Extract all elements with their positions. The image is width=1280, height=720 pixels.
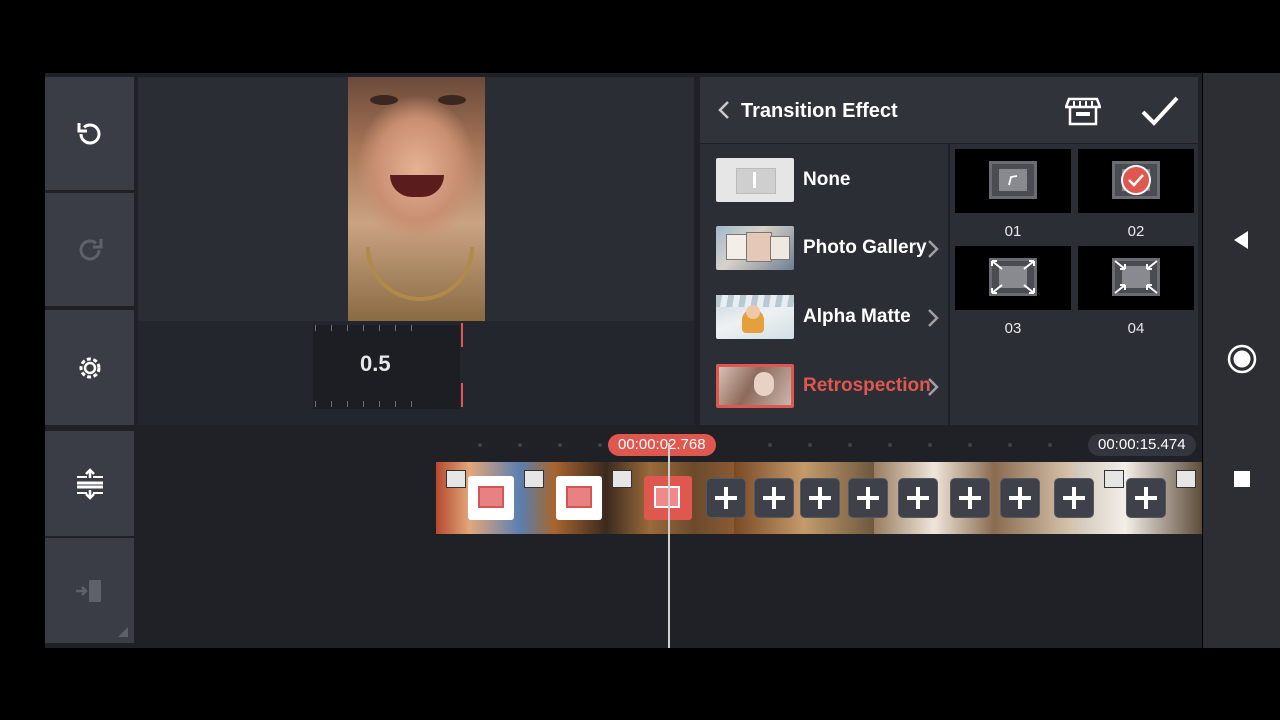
category-none-thumbnail xyxy=(716,158,794,202)
effect-tile-03[interactable]: 03 xyxy=(955,246,1071,337)
image-clip-icon xyxy=(1176,470,1196,488)
export-icon xyxy=(75,579,101,602)
add-transition-button[interactable] xyxy=(848,478,888,518)
category-photo-gallery-thumbnail xyxy=(716,226,794,270)
image-clip-icon xyxy=(1104,470,1124,488)
track-adjust-icon xyxy=(76,467,103,500)
resize-corner-icon xyxy=(118,627,128,637)
transition-effect-panel: Transition Effect None Photo Gallery Alp… xyxy=(700,77,1198,425)
undo-icon xyxy=(77,122,100,144)
effect-tile-04[interactable]: 04 xyxy=(1078,246,1194,337)
speed-value: 0.5 xyxy=(360,351,391,376)
video-preview[interactable] xyxy=(138,77,694,321)
current-time: 00:00:02.768 xyxy=(608,434,716,456)
add-transition-button[interactable] xyxy=(898,478,938,518)
playhead[interactable] xyxy=(668,443,670,648)
store-icon[interactable] xyxy=(1065,95,1101,127)
image-clip-icon xyxy=(524,470,544,488)
add-transition-button[interactable] xyxy=(754,478,794,518)
effect-preview xyxy=(989,161,1037,199)
panel-title: Transition Effect xyxy=(741,100,898,122)
home-circle-icon[interactable] xyxy=(1227,344,1257,374)
category-photo-gallery[interactable]: Photo Gallery xyxy=(716,226,948,272)
timeline[interactable]: 00:00:02.768 00:00:15.474 xyxy=(138,431,1202,648)
settings-button[interactable] xyxy=(45,310,134,425)
preview-frame xyxy=(348,77,485,321)
confirm-check-icon[interactable] xyxy=(1140,93,1180,129)
settings-gear-icon xyxy=(79,357,100,378)
redo-icon xyxy=(79,238,102,260)
image-clip-icon xyxy=(612,470,632,488)
category-retrospection-thumbnail xyxy=(716,364,794,408)
effect-tile-01[interactable]: 01 xyxy=(955,149,1071,240)
selected-check-icon xyxy=(1121,165,1151,195)
effect-label: 01 xyxy=(1004,223,1022,240)
dial-marker-top xyxy=(461,323,463,347)
category-label: Photo Gallery xyxy=(803,237,927,258)
effect-grid: 01 02 03 04 xyxy=(951,144,1198,425)
effect-label: 03 xyxy=(1004,320,1022,337)
effect-tile-02[interactable]: 02 xyxy=(1078,149,1194,240)
category-retrospection[interactable]: Retrospection xyxy=(716,364,948,410)
add-transition-button[interactable] xyxy=(1054,478,1094,518)
transition-marker[interactable] xyxy=(468,476,514,520)
effect-label: 02 xyxy=(1127,223,1145,240)
effect-preview xyxy=(1112,258,1160,296)
transition-category-list: None Photo Gallery Alpha Matte Retrospec… xyxy=(700,144,950,425)
recents-square-icon[interactable] xyxy=(1233,470,1251,488)
chevron-right-icon xyxy=(928,378,939,396)
category-alpha-matte-thumbnail xyxy=(716,295,794,339)
system-nav-bar xyxy=(1203,73,1280,648)
back-triangle-icon[interactable] xyxy=(1230,229,1252,251)
redo-button[interactable] xyxy=(45,193,134,306)
total-duration: 00:00:15.474 xyxy=(1088,434,1196,456)
add-transition-button[interactable] xyxy=(706,478,746,518)
dial-marker-bottom xyxy=(461,383,463,407)
add-transition-button[interactable] xyxy=(1000,478,1040,518)
chevron-right-icon xyxy=(928,309,939,327)
export-button[interactable] xyxy=(45,538,134,643)
add-transition-button[interactable] xyxy=(1126,478,1166,518)
transition-marker[interactable] xyxy=(556,476,602,520)
category-label: Alpha Matte xyxy=(803,306,911,327)
back-chevron-icon[interactable] xyxy=(714,99,736,121)
effect-preview xyxy=(989,258,1037,296)
effect-label: 04 xyxy=(1127,320,1145,337)
editor-app: 0.5 Transition Effect None Photo Gallery… xyxy=(45,73,1202,648)
add-transition-button[interactable] xyxy=(950,478,990,518)
add-transition-button[interactable] xyxy=(800,478,840,518)
category-none[interactable]: None xyxy=(716,158,948,204)
panel-header: Transition Effect xyxy=(700,77,1198,144)
undo-button[interactable] xyxy=(45,77,134,190)
chevron-right-icon xyxy=(928,240,939,258)
image-clip-icon xyxy=(446,470,466,488)
category-label: None xyxy=(803,169,851,190)
track-adjust-button[interactable] xyxy=(45,431,134,536)
category-label: Retrospection xyxy=(803,375,931,396)
clip-strip xyxy=(436,462,1202,534)
speed-dial[interactable]: 0.5 xyxy=(138,321,694,425)
category-alpha-matte[interactable]: Alpha Matte xyxy=(716,295,948,341)
